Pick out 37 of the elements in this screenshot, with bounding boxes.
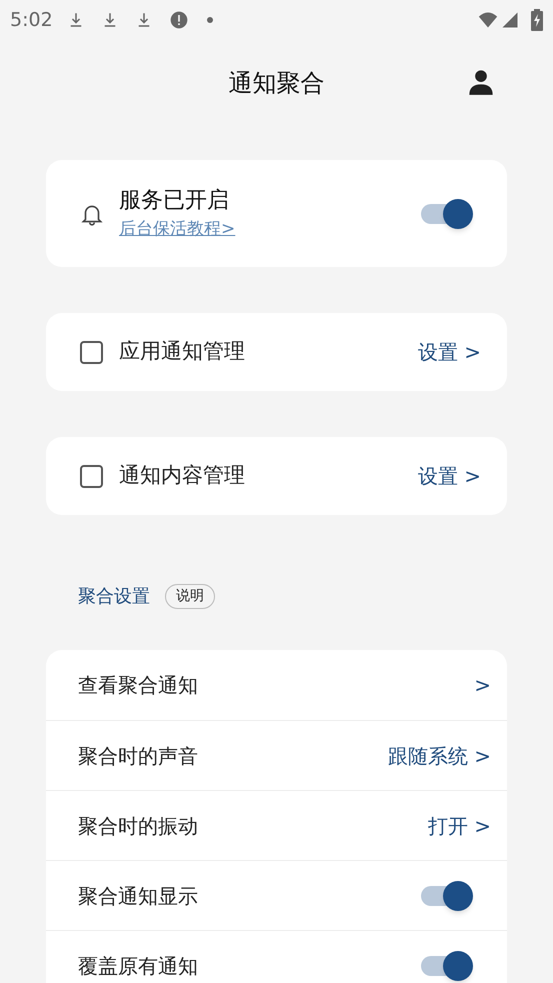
tutorial-link[interactable]: 后台保活教程> <box>119 217 236 243</box>
row-label: 聚合时的声音 <box>78 742 199 770</box>
signal-icon <box>501 11 519 29</box>
settings-link[interactable]: 设置 > <box>418 461 481 491</box>
settings-link[interactable]: 设置 > <box>418 337 481 367</box>
settings-row[interactable]: 聚合时的声音 跟随系统 > <box>46 720 507 790</box>
alert-icon <box>168 10 189 30</box>
status-time: 5:02 <box>10 8 53 33</box>
dot-icon <box>206 17 213 23</box>
section-title: 聚合设置 <box>78 585 150 609</box>
row-value: > <box>474 672 491 699</box>
row-label: 查看聚合通知 <box>78 672 199 699</box>
settings-row[interactable]: 覆盖原有通知 <box>46 930 507 983</box>
help-badge[interactable]: 说明 <box>165 584 215 609</box>
battery-icon <box>531 9 543 31</box>
row-label: 聚合通知显示 <box>78 882 199 910</box>
row-label: 聚合时的振动 <box>78 812 199 840</box>
settings-card[interactable]: 应用通知管理 设置 > <box>46 313 507 391</box>
row-label: 覆盖原有通知 <box>78 952 199 980</box>
card-label: 应用通知管理 <box>119 338 246 366</box>
checkbox[interactable] <box>80 340 103 364</box>
settings-row[interactable]: 聚合通知显示 <box>46 860 507 930</box>
wifi-icon <box>477 10 499 30</box>
card-label: 通知内容管理 <box>119 462 246 490</box>
checkbox[interactable] <box>80 464 103 488</box>
toggle-switch[interactable] <box>419 950 473 980</box>
toggle-switch[interactable] <box>419 880 473 910</box>
toggle-switch[interactable] <box>419 198 473 228</box>
settings-row[interactable]: 聚合时的振动 打开 > <box>46 790 507 860</box>
row-value: 打开 > <box>428 812 491 840</box>
row-value: 跟随系统 > <box>388 742 491 770</box>
service-status: 服务已开启 <box>119 187 230 216</box>
settings-row[interactable]: 查看聚合通知 > <box>46 650 507 720</box>
profile-button[interactable] <box>467 68 495 96</box>
person-icon <box>467 68 495 96</box>
settings-card[interactable]: 通知内容管理 设置 > <box>46 437 507 515</box>
page-title: 通知聚合 <box>228 68 324 99</box>
